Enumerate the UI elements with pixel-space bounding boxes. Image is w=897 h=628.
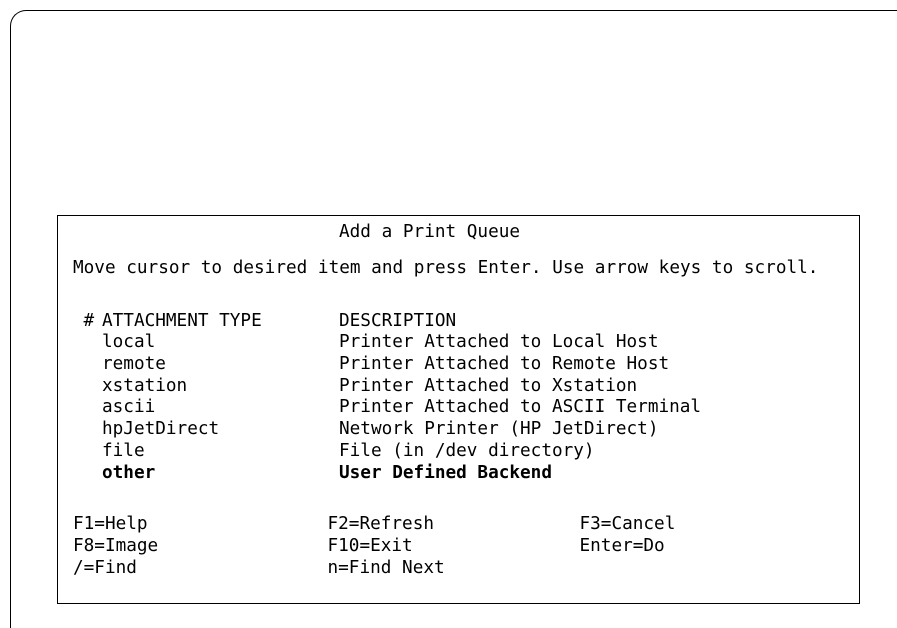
list-item-description: User Defined Backend xyxy=(339,462,552,483)
f10-exit-key[interactable]: F10=Exit xyxy=(328,535,413,557)
f1-help-key[interactable]: F1=Help xyxy=(73,513,148,535)
instruction-text: Move cursor to desired item and press En… xyxy=(73,257,819,278)
list-item-description: Printer Attached to Xstation xyxy=(339,375,638,396)
f3-cancel-key[interactable]: F3=Cancel xyxy=(580,513,676,535)
list-item-remote[interactable]: remote Printer Attached to Remote Host xyxy=(58,353,859,375)
list-item-description: Printer Attached to Local Host xyxy=(339,331,659,352)
f2-refresh-key[interactable]: F2=Refresh xyxy=(328,513,435,535)
list-item-type: hpJetDirect xyxy=(102,418,220,439)
enter-do-key[interactable]: Enter=Do xyxy=(580,535,665,557)
f8-image-key[interactable]: F8=Image xyxy=(73,535,158,557)
list-item-type: other xyxy=(102,462,156,483)
list-item-type: remote xyxy=(102,353,166,374)
list-item-file[interactable]: file File (in /dev directory) xyxy=(58,440,859,462)
list-item-description: Network Printer (HP JetDirect) xyxy=(339,418,659,439)
list-item-description: File (in /dev directory) xyxy=(339,440,595,461)
list-item-type: xstation xyxy=(102,375,188,396)
list-item-other[interactable]: other User Defined Backend xyxy=(58,462,859,484)
column-header-attachment-type: ATTACHMENT TYPE xyxy=(102,310,262,331)
list-item-description: Printer Attached to Remote Host xyxy=(339,353,670,374)
list-item-local[interactable]: local Printer Attached to Local Host xyxy=(58,331,859,353)
terminal-screen: Add a Print Queue Move cursor to desired… xyxy=(0,0,897,628)
list-item-type: file xyxy=(102,440,145,461)
add-print-queue-dialog: Add a Print Queue Move cursor to desired… xyxy=(57,215,860,604)
list-item-ascii[interactable]: ascii Printer Attached to ASCII Terminal xyxy=(58,396,859,418)
list-header: # ATTACHMENT TYPE DESCRIPTION xyxy=(58,310,859,332)
column-header-marker: # xyxy=(83,310,95,331)
find-next-key[interactable]: n=Find Next xyxy=(328,557,445,579)
list-item-type: local xyxy=(102,331,156,352)
list-item-xstation[interactable]: xstation Printer Attached to Xstation xyxy=(58,375,859,397)
list-item-hpjetdirect[interactable]: hpJetDirect Network Printer (HP JetDirec… xyxy=(58,418,859,440)
column-header-description: DESCRIPTION xyxy=(339,310,457,331)
dialog-title: Add a Print Queue xyxy=(339,221,521,242)
list-item-type: ascii xyxy=(102,396,156,417)
find-key[interactable]: /=Find xyxy=(73,557,137,579)
list-item-description: Printer Attached to ASCII Terminal xyxy=(339,396,702,417)
